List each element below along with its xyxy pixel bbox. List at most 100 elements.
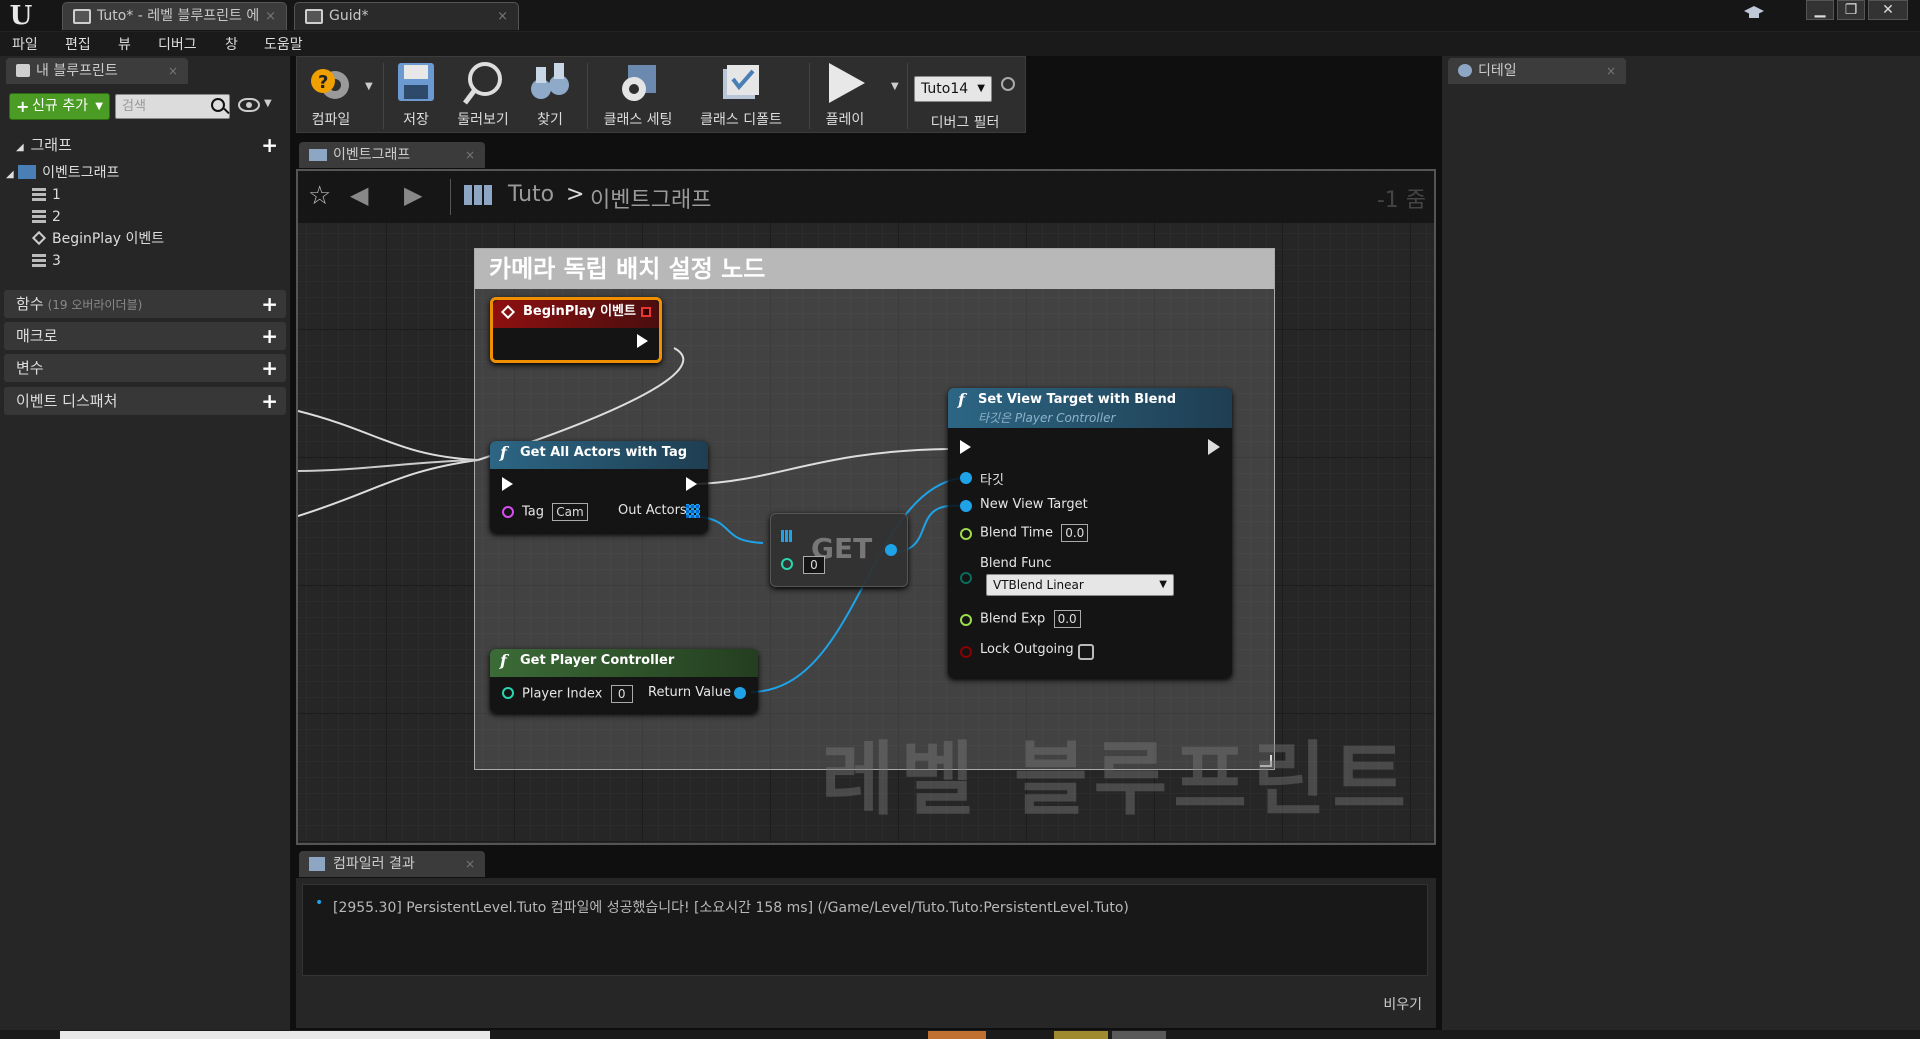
menu-edit[interactable]: 편집 [65, 34, 91, 54]
variables-section-header[interactable]: 변수 + [4, 354, 286, 382]
function-icon: f [500, 443, 507, 462]
byte-pin[interactable] [960, 572, 972, 584]
array-in-pin[interactable] [781, 530, 793, 542]
object-out-pin[interactable] [734, 687, 746, 699]
close-tab-icon[interactable]: × [465, 851, 475, 877]
chevron-down-icon[interactable]: ▼ [264, 98, 272, 109]
functions-section-header[interactable]: 함수 (19 오버라이더블) + [4, 290, 286, 318]
taskbar-app[interactable] [1054, 1031, 1108, 1039]
add-variable-plus-icon[interactable]: + [261, 354, 278, 382]
close-tab-icon[interactable]: × [497, 3, 508, 30]
log-entry[interactable]: [2955.30] PersistentLevel.Tuto 컴파일에 성공했습… [333, 900, 1129, 916]
blend-func-select[interactable]: VTBlend Linear ▼ [986, 574, 1174, 596]
search-input[interactable]: 검색 [115, 94, 230, 119]
taskbar-app[interactable] [1112, 1031, 1166, 1039]
collapse-arrow-icon: ◢ [6, 169, 14, 180]
menu-file[interactable]: 파일 [12, 34, 38, 54]
details-panel: 디테일 × [1442, 56, 1920, 1039]
lock-outgoing-checkbox[interactable] [1078, 644, 1094, 660]
close-tab-icon[interactable]: × [465, 142, 475, 168]
maximize-button[interactable]: ❐ [1837, 0, 1865, 20]
menu-view[interactable]: 뷰 [118, 34, 131, 54]
macros-label: 매크로 [16, 327, 58, 345]
debug-search-icon[interactable] [1001, 77, 1015, 91]
close-tab-icon[interactable]: × [168, 58, 178, 84]
exec-wire-offscreen [298, 410, 479, 461]
taskbar-search-box[interactable] [60, 1031, 490, 1039]
add-function-plus-icon[interactable]: + [261, 290, 278, 318]
beginplay-event-node[interactable]: BeginPlay 이벤트 [490, 297, 662, 363]
tag-value-input[interactable]: Cam [552, 503, 588, 521]
int-pin[interactable] [502, 687, 514, 699]
tree-item-1[interactable]: 1 [6, 184, 276, 206]
graph-wires [298, 347, 962, 693]
string-pin[interactable] [502, 506, 514, 518]
close-tab-icon[interactable]: × [1606, 58, 1616, 84]
compiler-results-tab[interactable]: 컴파일러 결과 × [299, 851, 485, 877]
my-blueprint-tab[interactable]: 내 블루프린트 × [6, 58, 188, 84]
array-pin[interactable] [686, 504, 700, 518]
object-pin[interactable] [960, 500, 972, 512]
exec-out-pin[interactable] [637, 334, 648, 348]
bool-pin[interactable] [960, 646, 972, 658]
add-graph-plus-icon[interactable]: + [261, 131, 278, 159]
set-view-target-with-blend-node[interactable]: f Set View Target with Blend 타깃은 Player … [948, 388, 1232, 678]
taskbar-strip [0, 1030, 1920, 1039]
get-all-actors-with-tag-node[interactable]: f Get All Actors with Tag Tag Cam Out Ac… [490, 441, 708, 533]
save-button[interactable]: 저장 [391, 61, 441, 131]
graph-editor-canvas[interactable]: ☆ ◀ ▶ Tuto > 이벤트그래프 -1 줌 카메라 독립 배치 설정 노드… [296, 169, 1436, 845]
chevron-down-icon[interactable]: ▼ [891, 81, 899, 92]
close-window-button[interactable]: ✕ [1868, 0, 1908, 20]
object-out-pin[interactable] [885, 544, 897, 556]
find-button[interactable]: 찾기 [525, 61, 575, 131]
macros-section-header[interactable]: 매크로 + [4, 322, 286, 350]
graph-section-header[interactable]: ◢ 그래프 + [4, 131, 286, 159]
debug-object-select[interactable]: Tuto14 ▼ [914, 76, 992, 102]
int-index-pin[interactable] [781, 558, 793, 570]
event-graph-tab[interactable]: 이벤트그래프 × [299, 142, 485, 168]
float-pin[interactable] [960, 528, 972, 540]
add-new-button[interactable]: + 신규 추가 ▼ [9, 93, 110, 120]
event-diamond-icon [31, 230, 47, 246]
object-pin[interactable] [960, 472, 972, 484]
document-tab-level-blueprint[interactable]: Tuto* - 레벨 블루프린트 에 × [62, 2, 287, 30]
exec-out-pin[interactable] [1208, 439, 1220, 455]
details-tab-label: 디테일 [1478, 63, 1517, 79]
index-value-input[interactable]: 0 [803, 556, 825, 574]
compile-button[interactable]: ? 컴파일 [303, 61, 359, 131]
tree-item-2[interactable]: 2 [6, 206, 276, 228]
class-defaults-button[interactable]: 클래스 디폴트 [691, 61, 791, 131]
tree-item-beginplay[interactable]: BeginPlay 이벤트 [6, 228, 276, 250]
exec-in-pin[interactable] [960, 440, 971, 454]
learn-hat-icon[interactable] [1742, 4, 1766, 22]
taskbar-app[interactable] [928, 1031, 986, 1039]
add-dispatcher-plus-icon[interactable]: + [261, 387, 278, 415]
details-tab[interactable]: 디테일 × [1448, 58, 1626, 84]
play-button[interactable]: 플레이 [817, 61, 873, 131]
eye-icon[interactable] [238, 98, 260, 112]
class-settings-button[interactable]: 클래스 세팅 [595, 61, 681, 131]
dispatchers-section-header[interactable]: 이벤트 디스패처 + [4, 387, 286, 415]
tree-item-3[interactable]: 3 [6, 250, 276, 272]
float-pin[interactable] [960, 614, 972, 626]
array-get-node[interactable]: GET 0 [770, 513, 908, 587]
exec-out-pin[interactable] [686, 477, 697, 491]
blend-exp-input[interactable]: 0.0 [1053, 610, 1081, 628]
blend-time-input[interactable]: 0.0 [1061, 524, 1089, 542]
add-macro-plus-icon[interactable]: + [261, 322, 278, 350]
exec-in-pin[interactable] [502, 477, 513, 491]
tree-event-graph[interactable]: ◢ 이벤트그래프 [6, 162, 276, 184]
get-player-controller-node[interactable]: f Get Player Controller Player Index 0 R… [490, 649, 758, 713]
blend-func-label: Blend Func [980, 556, 1052, 571]
chevron-down-icon[interactable]: ▼ [365, 81, 373, 92]
player-index-input[interactable]: 0 [610, 685, 633, 703]
browse-button[interactable]: 둘러보기 [453, 61, 513, 131]
clear-button[interactable]: 비우기 [1383, 994, 1422, 1014]
menu-debug[interactable]: 디버그 [158, 34, 197, 54]
menu-help[interactable]: 도움말 [264, 34, 303, 54]
menu-window[interactable]: 창 [225, 34, 238, 54]
delegate-pin-icon[interactable] [641, 307, 651, 317]
document-tab-guid[interactable]: Guid* × [294, 2, 519, 30]
close-tab-icon[interactable]: × [265, 3, 276, 30]
minimize-button[interactable]: ▁ [1806, 0, 1834, 20]
